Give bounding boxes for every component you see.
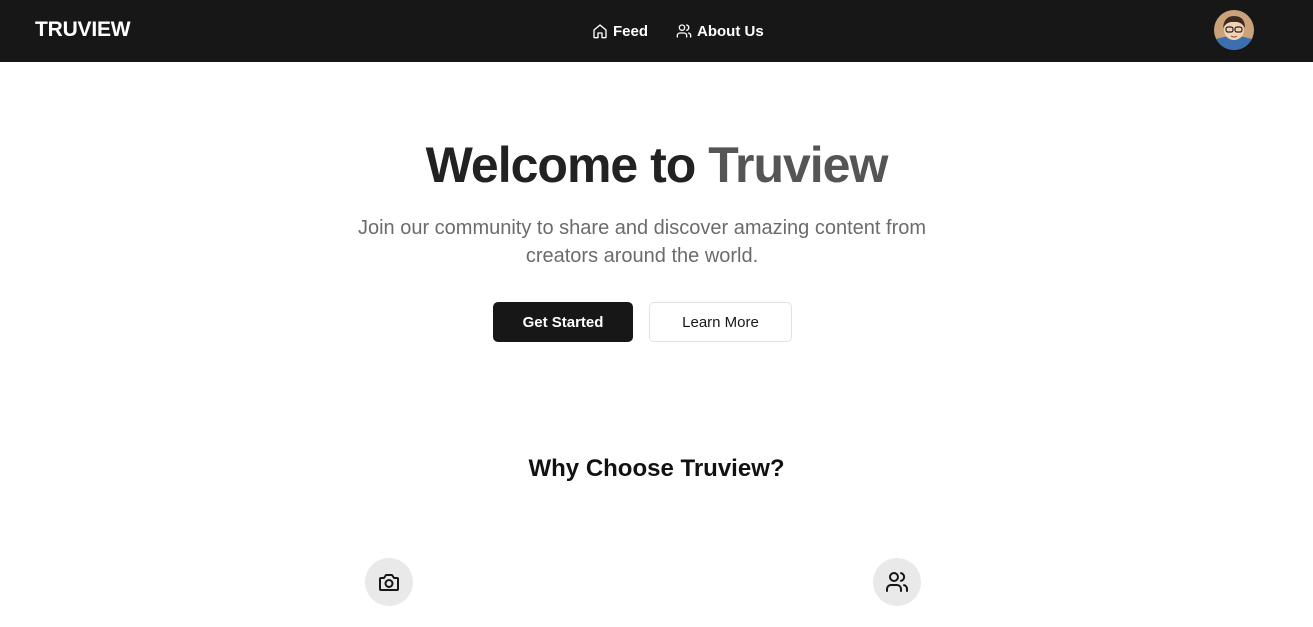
- avatar-image: [1214, 10, 1254, 50]
- hero-title: Welcome to Truview: [0, 136, 1313, 194]
- features-title: Why Choose Truview?: [528, 455, 785, 482]
- learn-more-button[interactable]: Learn More: [649, 302, 792, 342]
- brand-logo[interactable]: TRUVIEW: [35, 18, 131, 42]
- user-avatar[interactable]: [1214, 10, 1254, 50]
- nav-link-about-us[interactable]: About Us: [676, 23, 764, 40]
- nav-link-label: About Us: [697, 22, 764, 40]
- hero-title-part1: Welcome to: [425, 137, 697, 193]
- home-icon: [593, 24, 607, 39]
- main-nav: Feed About Us: [592, 19, 764, 43]
- feature-camera: [365, 558, 413, 606]
- nav-link-label: Feed: [613, 22, 649, 40]
- feature-community: [873, 558, 921, 606]
- users-icon: [886, 572, 909, 592]
- nav-link-feed[interactable]: Feed: [592, 23, 648, 40]
- hero-subtitle: Join our community to share and discover…: [357, 217, 927, 267]
- users-icon: [676, 24, 692, 38]
- hero-title-part2: Truview: [708, 137, 888, 193]
- get-started-button[interactable]: Get Started: [493, 302, 633, 342]
- camera-icon: [379, 574, 399, 591]
- top-navbar: TRUVIEW Feed About Us: [0, 0, 1313, 62]
